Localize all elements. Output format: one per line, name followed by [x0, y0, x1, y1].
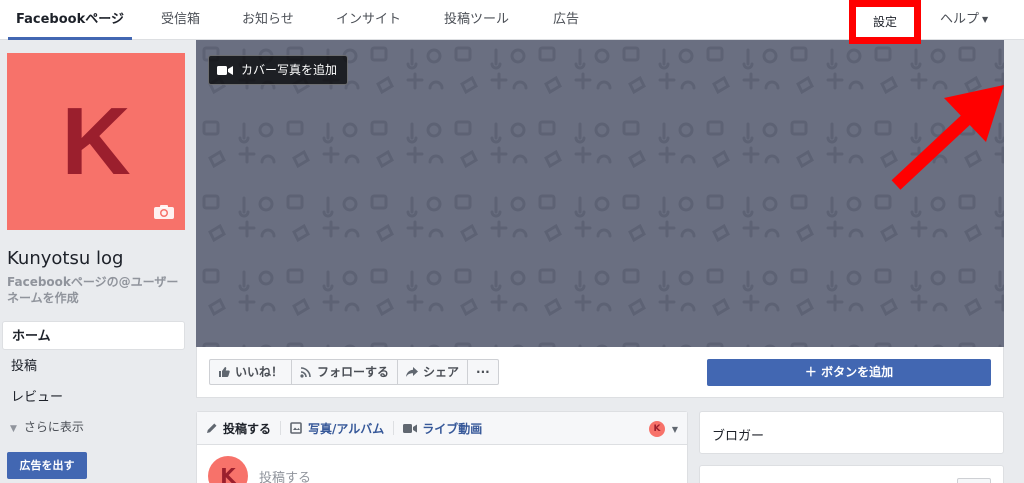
page-name[interactable]: Kunyotsu log: [7, 248, 123, 269]
sidebar-item-posts[interactable]: 投稿: [2, 352, 185, 381]
avatar: K: [208, 456, 248, 483]
help-menu[interactable]: ヘルプ ▼: [940, 0, 988, 40]
composer-tab-live[interactable]: ライブ動画: [403, 420, 482, 437]
separator: [393, 421, 395, 435]
card-button[interactable]: [957, 478, 991, 483]
see-more-link[interactable]: ▼ さらに表示: [10, 418, 84, 435]
composer-tabs: 投稿する 写真/アルバム ライブ動画: [197, 412, 687, 445]
add-button[interactable]: ＋ ボタンを追加: [707, 359, 991, 386]
cover-photo: カバー写真を追加: [196, 40, 1004, 347]
like-button[interactable]: いいね！: [209, 359, 293, 385]
more-options-button[interactable]: ···: [467, 359, 499, 385]
chevron-down-icon: ▼: [982, 15, 989, 24]
follow-label: フォローする: [317, 365, 390, 379]
posting-as-avatar[interactable]: K: [649, 421, 665, 437]
composer-tab-live-label: ライブ動画: [422, 421, 483, 436]
more-options-label: ···: [476, 365, 490, 379]
share-label: シェア: [423, 365, 460, 379]
composer-tab-photo[interactable]: 写真/アルバム: [290, 420, 384, 437]
tab-insights[interactable]: インサイト: [336, 0, 401, 40]
camera-icon[interactable]: [153, 204, 175, 220]
triangle-down-icon: ▼: [10, 424, 17, 434]
follow-button[interactable]: フォローする: [291, 359, 399, 385]
thumbs-up-icon: [219, 367, 230, 377]
composer-tab-post-label: 投稿する: [223, 421, 272, 436]
pencil-icon: [207, 423, 217, 433]
composer-input[interactable]: 投稿する: [259, 467, 311, 483]
sidebar-item-reviews[interactable]: レビュー: [2, 383, 185, 412]
tab-ads[interactable]: 広告: [553, 0, 579, 40]
tab-inbox[interactable]: 受信箱: [161, 0, 200, 40]
composer-tab-post[interactable]: 投稿する: [206, 420, 271, 437]
category-card: ブロガー: [699, 411, 1004, 454]
see-more-label: さらに表示: [23, 420, 84, 434]
chevron-down-icon[interactable]: ▼: [672, 425, 678, 434]
help-label: ヘルプ: [940, 12, 980, 27]
page-actions-group: いいね！ フォローする シェア ···: [209, 359, 499, 385]
page-action-bar: いいね！ フォローする シェア ··· ＋ ボタンを追加: [196, 347, 1004, 398]
post-composer: 投稿する 写真/アルバム ライブ動画 K ▼ K 投稿する: [196, 411, 688, 483]
tab-facebook-page[interactable]: Facebookページ: [8, 0, 132, 40]
page-category: ブロガー: [712, 429, 765, 444]
share-button[interactable]: シェア: [397, 359, 469, 385]
like-label: いいね！: [235, 365, 284, 379]
sidebar-item-home[interactable]: ホーム: [2, 321, 185, 350]
photo-album-icon: [290, 422, 302, 434]
tab-settings[interactable]: 設定: [849, 0, 921, 44]
composer-tab-photo-label: 写真/アルバム: [308, 421, 385, 436]
red-arrow-annotation: [891, 85, 1004, 190]
video-camera-icon: [403, 423, 418, 433]
add-cover-button[interactable]: カバー写真を追加: [208, 55, 349, 85]
share-arrow-icon: [406, 367, 419, 377]
cover-pattern: [196, 40, 1004, 347]
video-camera-icon: [217, 65, 233, 75]
rss-icon: [300, 367, 311, 378]
separator: [280, 421, 282, 435]
profile-picture[interactable]: K: [7, 53, 185, 230]
tab-notifications[interactable]: お知らせ: [242, 0, 294, 40]
promote-button[interactable]: 広告を出す: [7, 452, 87, 479]
info-card: [699, 465, 1004, 483]
create-username-link[interactable]: Facebookページの@ユーザーネームを作成: [7, 274, 187, 306]
tab-publishing-tools[interactable]: 投稿ツール: [444, 0, 509, 40]
add-cover-label: カバー写真を追加: [241, 63, 338, 77]
